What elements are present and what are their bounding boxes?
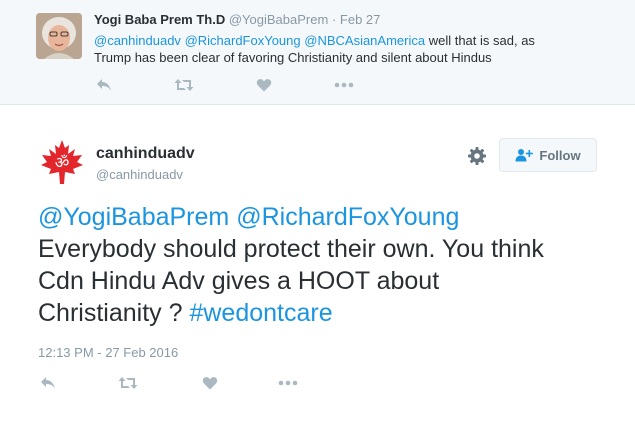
mention-link[interactable]: @YogiBabaPrem (38, 203, 229, 231)
mention-link[interactable]: @canhinduadv (94, 33, 181, 48)
mention-link[interactable]: @NBCAsianAmerica (304, 33, 425, 48)
reply-icon[interactable] (94, 76, 114, 94)
like-icon[interactable] (254, 76, 274, 94)
follow-label: Follow (539, 147, 581, 163)
more-icon[interactable] (278, 374, 298, 392)
main-avatar[interactable]: ॐ (38, 138, 86, 186)
like-icon[interactable] (200, 374, 220, 392)
more-icon[interactable] (334, 76, 354, 94)
maple-leaf-logo: ॐ (41, 140, 83, 184)
tweet-timestamp[interactable]: 12:13 PM - 27 Feb 2016 (38, 345, 178, 360)
gear-icon[interactable] (467, 146, 487, 166)
parent-author-handle[interactable]: @YogiBabaPrem (229, 12, 328, 27)
tweet-line-3: Cdn Hindu Adv gives a HOOT about (38, 267, 440, 295)
mention-link[interactable]: @RichardFoxYoung (185, 33, 301, 48)
parent-header: Yogi Baba Prem Th.D @YogiBabaPrem · Feb … (94, 12, 380, 27)
mention-link[interactable]: @RichardFoxYoung (236, 203, 459, 231)
parent-tweet-text: @canhinduadv @RichardFoxYoung @NBCAsianA… (94, 32, 614, 66)
tweet-line-2: Everybody should protect their own. You … (38, 235, 544, 263)
parent-author-name[interactable]: Yogi Baba Prem Th.D (94, 12, 225, 27)
parent-avatar[interactable] (36, 13, 82, 59)
reply-icon[interactable] (38, 374, 58, 392)
main-author-handle[interactable]: @canhinduadv (96, 167, 183, 182)
tweet-line-4: Christianity ? #wedontcare (38, 297, 618, 329)
parent-text-line-2: Trump has been clear of favoring Christi… (94, 50, 492, 65)
parent-text-rest: well that is sad, as (425, 33, 535, 48)
tweet-line-1: @YogiBabaPrem @RichardFoxYoung (38, 201, 618, 233)
follow-person-icon (515, 149, 534, 162)
parent-tweet[interactable]: Yogi Baba Prem Th.D @YogiBabaPrem · Feb … (0, 0, 635, 105)
separator-dot: · (331, 12, 337, 27)
retweet-icon[interactable] (118, 374, 138, 392)
hashtag-link[interactable]: #wedontcare (189, 299, 332, 327)
parent-text-line-1: @canhinduadv @RichardFoxYoung @NBCAsianA… (94, 32, 614, 49)
main-tweet-text: @YogiBabaPrem @RichardFoxYoung Everybody… (38, 201, 618, 329)
main-author-name[interactable]: canhinduadv (96, 145, 195, 163)
svg-text:ॐ: ॐ (55, 153, 70, 172)
tweet-line-4-text: Christianity ? (38, 299, 190, 327)
parent-date[interactable]: Feb 27 (340, 12, 380, 27)
follow-button[interactable]: Follow (499, 138, 597, 172)
retweet-icon[interactable] (174, 76, 194, 94)
